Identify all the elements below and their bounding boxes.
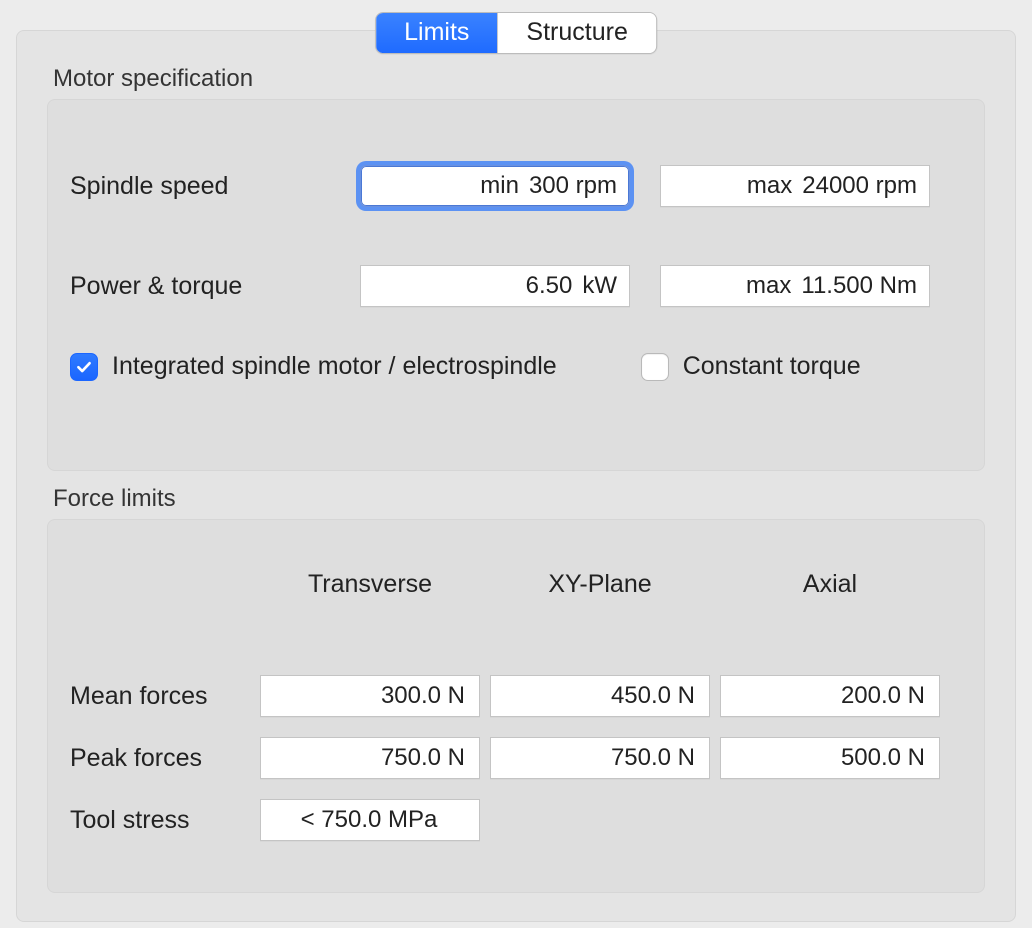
integrated-spindle-label: Integrated spindle motor / electrospindl… xyxy=(112,352,557,381)
integrated-spindle-checkbox[interactable] xyxy=(70,353,98,381)
force-limits-group: Transverse XY-Plane Axial Mean forces 30… xyxy=(47,519,985,893)
peak-xyplane-input[interactable]: 750.0 N xyxy=(490,737,710,779)
peak-axial-value: 500.0 N xyxy=(841,744,925,772)
spindle-max-value: 24000 rpm xyxy=(802,172,917,200)
torque-prefix: max xyxy=(746,272,791,300)
mean-transverse-value: 300.0 N xyxy=(381,682,465,710)
col-transverse-header: Transverse xyxy=(260,570,480,599)
power-torque-label: Power & torque xyxy=(70,272,360,301)
spindle-speed-min-input[interactable]: min 300 rpm xyxy=(360,165,630,207)
power-input[interactable]: 6.50 kW xyxy=(360,265,630,307)
mean-xyplane-input[interactable]: 450.0 N xyxy=(490,675,710,717)
motor-spec-label: Motor specification xyxy=(53,65,985,93)
motor-spec-group: Spindle speed min 300 rpm max 24000 rpm … xyxy=(47,99,985,471)
tool-stress-input[interactable]: < 750.0 MPa xyxy=(260,799,480,841)
power-unit: kW xyxy=(582,272,617,300)
spindle-min-value: 300 rpm xyxy=(529,172,617,200)
tab-limits[interactable]: Limits xyxy=(376,13,497,53)
col-xyplane-header: XY-Plane xyxy=(490,570,710,599)
mean-axial-input[interactable]: 200.0 N xyxy=(720,675,940,717)
peak-forces-label: Peak forces xyxy=(70,744,260,773)
spindle-speed-label: Spindle speed xyxy=(70,172,360,201)
tab-switcher: Limits Structure xyxy=(375,12,657,54)
peak-axial-input[interactable]: 500.0 N xyxy=(720,737,940,779)
mean-axial-value: 200.0 N xyxy=(841,682,925,710)
power-value: 6.50 xyxy=(526,272,573,300)
mean-forces-label: Mean forces xyxy=(70,682,260,711)
spindle-speed-max-input[interactable]: max 24000 rpm xyxy=(660,165,930,207)
peak-transverse-value: 750.0 N xyxy=(381,744,465,772)
force-limits-label: Force limits xyxy=(53,485,985,513)
limits-panel: Motor specification Spindle speed min 30… xyxy=(16,30,1016,922)
tab-structure[interactable]: Structure xyxy=(498,13,655,53)
peak-xyplane-value: 750.0 N xyxy=(611,744,695,772)
torque-max-input[interactable]: max 11.500 Nm xyxy=(660,265,930,307)
tool-stress-value: < 750.0 MPa xyxy=(301,806,438,834)
constant-torque-label: Constant torque xyxy=(683,352,861,381)
mean-transverse-input[interactable]: 300.0 N xyxy=(260,675,480,717)
col-axial-header: Axial xyxy=(720,570,940,599)
check-icon xyxy=(75,358,93,376)
mean-xyplane-value: 450.0 N xyxy=(611,682,695,710)
tool-stress-label: Tool stress xyxy=(70,806,260,835)
spindle-min-prefix: min xyxy=(480,172,519,200)
spindle-max-prefix: max xyxy=(747,172,792,200)
peak-transverse-input[interactable]: 750.0 N xyxy=(260,737,480,779)
torque-value: 11.500 Nm xyxy=(801,272,917,300)
constant-torque-checkbox[interactable] xyxy=(641,353,669,381)
